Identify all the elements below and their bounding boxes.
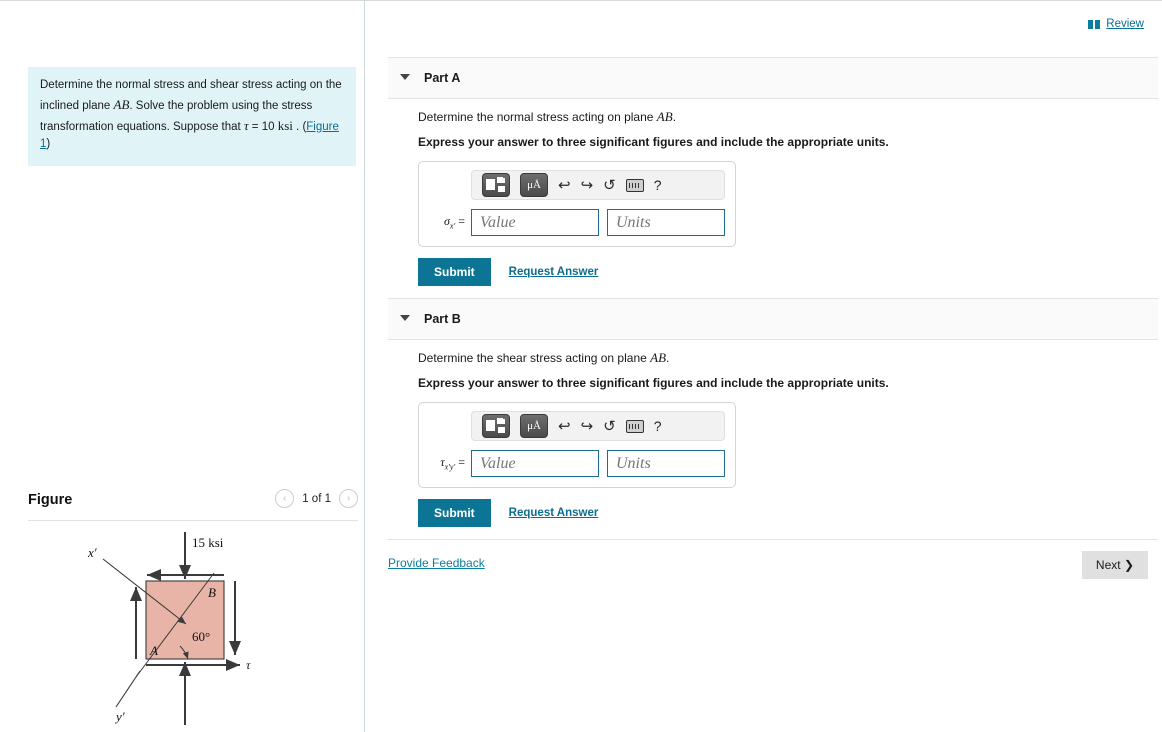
part-a-answer-box: μÅ ↩ ↪ ↺ ? σx′ = bbox=[418, 161, 736, 247]
part-a-actions: Submit Request Answer bbox=[418, 258, 1158, 286]
book-icon bbox=[1088, 19, 1101, 29]
part-a-toolbar: μÅ ↩ ↪ ↺ ? bbox=[471, 170, 725, 200]
review-label: Review bbox=[1106, 18, 1144, 30]
next-button[interactable]: Next ❯ bbox=[1081, 551, 1148, 579]
reset-icon[interactable]: ↺ bbox=[603, 419, 616, 434]
footer-divider bbox=[388, 539, 1158, 540]
problem-line-3-pre: transformation equations. Suppose that bbox=[40, 120, 244, 133]
problem-line-2-post: . Solve the problem using the stress bbox=[129, 99, 313, 112]
part-a-units-input[interactable] bbox=[607, 209, 725, 236]
review-link[interactable]: Review bbox=[1088, 18, 1144, 30]
provide-feedback-link[interactable]: Provide Feedback bbox=[388, 556, 485, 570]
corner-a-label: A bbox=[149, 643, 158, 658]
part-b-instruction: Express your answer to three significant… bbox=[418, 376, 889, 390]
part-a-question-post: . bbox=[672, 110, 677, 124]
part-a-question: Determine the normal stress acting on pl… bbox=[418, 109, 1158, 125]
part-b-label: Part B bbox=[424, 312, 461, 326]
figure-next-button[interactable]: › bbox=[339, 489, 358, 508]
help-icon[interactable]: ? bbox=[654, 418, 662, 434]
part-a-question-pre: Determine the normal stress acting on pl… bbox=[418, 110, 657, 124]
problem-line-1: Determine the normal stress and shear st… bbox=[40, 79, 342, 91]
figure-pager: ‹ 1 of 1 › bbox=[275, 489, 358, 508]
part-a-field-row: σx′ = bbox=[429, 209, 725, 236]
left-panel: Determine the normal stress and shear st… bbox=[0, 1, 365, 732]
page-root: Determine the normal stress and shear st… bbox=[0, 0, 1162, 732]
redo-icon[interactable]: ↪ bbox=[581, 178, 594, 193]
problem-line-2-pre: inclined plane bbox=[40, 99, 114, 112]
part-a-label: Part A bbox=[424, 71, 461, 85]
part-a-header[interactable]: Part A bbox=[388, 57, 1158, 99]
chevron-down-icon bbox=[400, 315, 410, 321]
angle-label: 60° bbox=[192, 629, 210, 644]
figure-prev-button[interactable]: ‹ bbox=[275, 489, 295, 508]
part-b-units-input[interactable] bbox=[607, 450, 725, 477]
problem-statement: Determine the normal stress and shear st… bbox=[28, 67, 356, 167]
part-a-request-answer-link[interactable]: Request Answer bbox=[509, 266, 599, 278]
problem-line-3-end: ) bbox=[46, 138, 51, 151]
problem-line-3-post: . ( bbox=[292, 120, 307, 133]
part-b-answer-box: μÅ ↩ ↪ ↺ ? τx′y′ = bbox=[418, 402, 736, 488]
part-a-symbol: σx′ = bbox=[443, 214, 465, 231]
chevron-right-icon: ❯ bbox=[1123, 558, 1134, 572]
part-b-symbol: τx′y′ = bbox=[440, 455, 465, 472]
part-b-actions: Submit Request Answer bbox=[418, 499, 1158, 527]
keyboard-icon[interactable] bbox=[625, 178, 644, 192]
undo-icon[interactable]: ↩ bbox=[558, 419, 571, 434]
part-b-question-post: . bbox=[666, 351, 670, 365]
part-a-instruction: Express your answer to three significant… bbox=[418, 135, 889, 149]
y-prime-label: y′ bbox=[114, 709, 125, 724]
units-icon[interactable]: μÅ bbox=[520, 414, 548, 438]
part-a-submit-button[interactable]: Submit bbox=[418, 258, 491, 286]
reset-icon[interactable]: ↺ bbox=[603, 178, 616, 193]
tau-figure-label: τ bbox=[246, 658, 251, 672]
top-stress-label: 15 ksi bbox=[192, 535, 224, 550]
help-icon[interactable]: ? bbox=[654, 177, 662, 193]
part-a-plane-label: AB bbox=[656, 109, 673, 124]
chevron-down-icon bbox=[400, 74, 410, 80]
part-a-body: Determine the normal stress acting on pl… bbox=[418, 109, 1158, 286]
corner-b-label: B bbox=[208, 585, 216, 600]
part-b-body: Determine the shear stress acting on pla… bbox=[418, 350, 1158, 527]
units-icon[interactable]: μÅ bbox=[520, 173, 548, 197]
right-panel: Review Part A Determine the normal stres… bbox=[366, 1, 1162, 732]
part-a-value-input[interactable] bbox=[471, 209, 599, 236]
y-prime-axis-line bbox=[115, 670, 141, 708]
next-label: Next bbox=[1095, 558, 1121, 572]
ksi-unit: ksi bbox=[277, 117, 293, 133]
part-b-value-input[interactable] bbox=[471, 450, 599, 477]
part-b-question-pre: Determine the shear stress acting on pla… bbox=[418, 351, 651, 365]
keyboard-icon[interactable] bbox=[625, 419, 644, 433]
template-icon[interactable] bbox=[482, 173, 510, 197]
part-b-plane-label: AB bbox=[650, 350, 667, 365]
part-b-toolbar: μÅ ↩ ↪ ↺ ? bbox=[471, 411, 725, 441]
figure-title: Figure bbox=[28, 492, 73, 508]
undo-icon[interactable]: ↩ bbox=[558, 178, 571, 193]
part-b-request-answer-link[interactable]: Request Answer bbox=[509, 507, 599, 519]
stress-element-figure: x′ y′ 15 ksi τ 60° A B bbox=[87, 532, 251, 725]
figure-page-label: 1 of 1 bbox=[302, 492, 331, 505]
x-prime-label: x′ bbox=[87, 545, 97, 560]
part-b-question: Determine the shear stress acting on pla… bbox=[418, 350, 1158, 366]
plane-ab-label: AB bbox=[113, 96, 130, 112]
template-icon[interactable] bbox=[482, 414, 510, 438]
redo-icon[interactable]: ↪ bbox=[581, 419, 594, 434]
problem-tau-value: = 10 bbox=[248, 120, 278, 133]
part-b-field-row: τx′y′ = bbox=[429, 450, 725, 477]
figure-divider bbox=[28, 520, 358, 521]
part-b-header[interactable]: Part B bbox=[388, 298, 1158, 340]
part-b-submit-button[interactable]: Submit bbox=[418, 499, 491, 527]
figure-header: Figure ‹ 1 of 1 › bbox=[28, 489, 358, 521]
